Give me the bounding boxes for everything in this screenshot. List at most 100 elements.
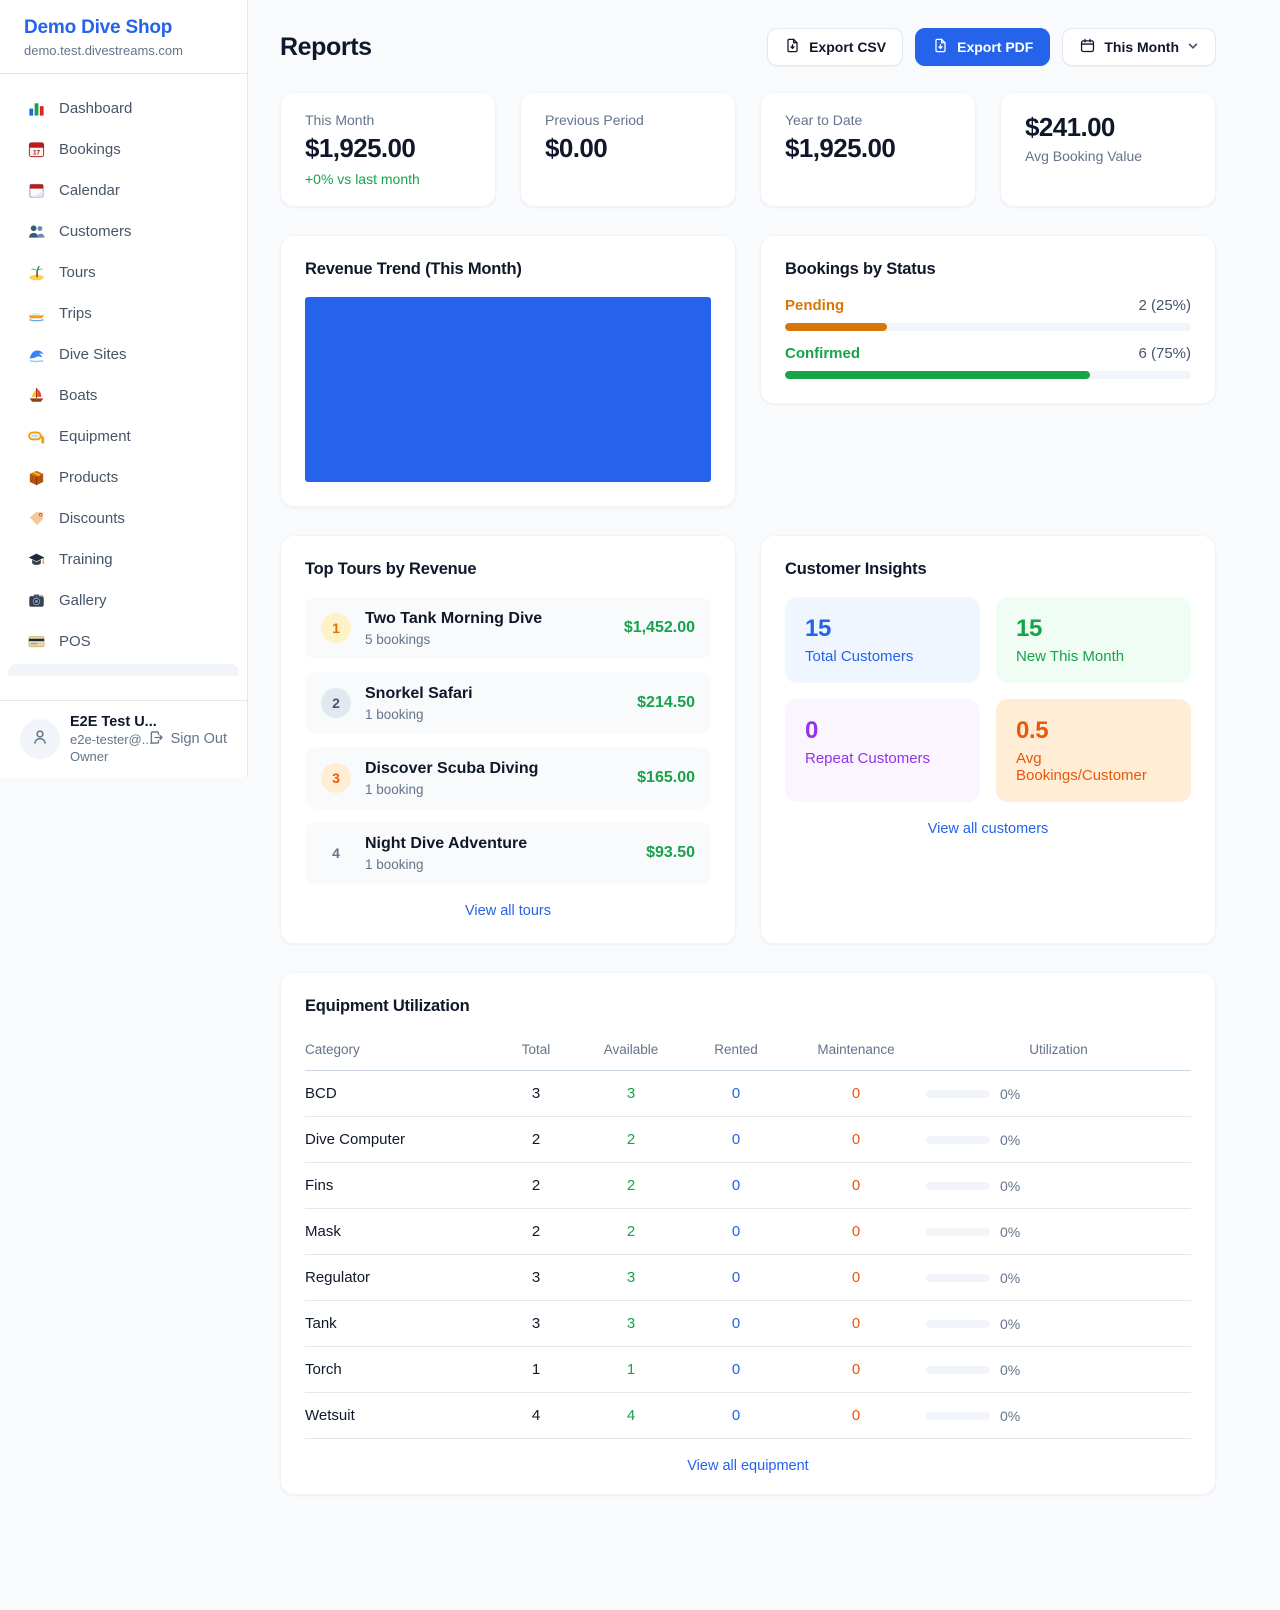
user-footer: E2E Test U... e2e-tester@... Owner Sign … <box>0 700 247 777</box>
sidebar-item[interactable]: 17 Bookings <box>0 129 247 170</box>
sidebar-item[interactable]: Trips <box>0 293 247 334</box>
sidebar-item[interactable]: Equipment <box>0 416 247 457</box>
utilization-percent: 0% <box>1000 1178 1020 1194</box>
equipment-maintenance: 0 <box>786 1255 926 1301</box>
insight-tiles: 15 Total Customers 15 New This Month 0 R… <box>785 597 1191 802</box>
status-row: Confirmed 6 (75%) <box>785 345 1191 379</box>
tour-row: 4 Night Dive Adventure 1 booking $93.50 <box>305 822 711 884</box>
equipment-rented: 0 <box>686 1393 786 1439</box>
equipment-row: Torch 1 1 0 0 0% <box>305 1347 1191 1393</box>
equipment-maintenance: 0 <box>786 1393 926 1439</box>
trips-icon <box>26 304 46 324</box>
sidebar-item[interactable]: Calendar <box>0 170 247 211</box>
equipment-maintenance: 0 <box>786 1209 926 1255</box>
utilization-bar-track <box>926 1366 990 1374</box>
equipment-row: Fins 2 2 0 0 0% <box>305 1163 1191 1209</box>
sidebar-item[interactable]: Dive Sites <box>0 334 247 375</box>
equipment-maintenance: 0 <box>786 1301 926 1347</box>
insight-label: Repeat Customers <box>805 750 960 767</box>
sidebar-item[interactable]: Discounts <box>0 498 247 539</box>
equipment-maintenance: 0 <box>786 1163 926 1209</box>
insight-tile: 15 Total Customers <box>785 597 980 683</box>
user-name: E2E Test U... <box>70 714 138 730</box>
sidebar-item-label: Dashboard <box>59 98 132 119</box>
sidebar-item[interactable]: Tours <box>0 252 247 293</box>
utilization-bar-track <box>926 1090 990 1098</box>
sidebar-item-label: Tours <box>59 262 96 283</box>
gallery-icon <box>26 591 46 611</box>
status-row: Pending 2 (25%) <box>785 297 1191 331</box>
utilization-percent: 0% <box>1000 1270 1020 1286</box>
dive-sites-icon <box>26 345 46 365</box>
sign-out-label: Sign Out <box>171 731 227 747</box>
file-download-icon <box>784 37 801 57</box>
insight-label: Total Customers <box>805 648 960 665</box>
utilization-bar-track <box>926 1412 990 1420</box>
insight-label: Avg Bookings/Customer <box>1016 750 1171 784</box>
stat-value: $0.00 <box>545 133 711 164</box>
export-csv-button[interactable]: Export CSV <box>767 28 903 66</box>
utilization-bar-track <box>926 1320 990 1328</box>
sidebar-item[interactable]: POS <box>0 621 247 662</box>
equipment-category: Fins <box>305 1163 496 1209</box>
column-header: Available <box>576 1034 686 1071</box>
equipment-rented: 0 <box>686 1347 786 1393</box>
status-count: 6 (75%) <box>1138 345 1191 362</box>
stat-card: This Month $1,925.00 +0% vs last month <box>280 92 496 207</box>
tour-revenue: $93.50 <box>646 844 695 862</box>
view-all-equipment-link[interactable]: View all equipment <box>305 1458 1191 1474</box>
stat-label: Previous Period <box>545 112 711 128</box>
tour-row: 3 Discover Scuba Diving 1 booking $165.0… <box>305 747 711 809</box>
view-all-customers-link[interactable]: View all customers <box>785 821 1191 837</box>
status-label: Confirmed <box>785 345 860 362</box>
equipment-row: BCD 3 3 0 0 0% <box>305 1071 1191 1117</box>
utilization-percent: 0% <box>1000 1132 1020 1148</box>
equipment-table-header: Category Total Available Rented Maintena… <box>305 1034 1191 1071</box>
status-label: Pending <box>785 297 844 314</box>
view-all-tours-link[interactable]: View all tours <box>305 903 711 919</box>
stat-label: Year to Date <box>785 112 951 128</box>
pos-icon <box>26 632 46 652</box>
sidebar-item[interactable]: Customers <box>0 211 247 252</box>
tour-bookings: 1 booking <box>365 857 527 872</box>
sidebar-item[interactable]: Boats <box>0 375 247 416</box>
tour-name: Snorkel Safari <box>365 684 473 704</box>
sidebar-item[interactable]: Training <box>0 539 247 580</box>
equipment-utilization-title: Equipment Utilization <box>305 997 1191 1016</box>
utilization-bar-track <box>926 1228 990 1236</box>
equipment-total: 2 <box>496 1163 576 1209</box>
sidebar-item-label: Calendar <box>59 180 120 201</box>
status-count: 2 (25%) <box>1138 297 1191 314</box>
sidebar-item[interactable]: Gallery <box>0 580 247 621</box>
equipment-category: Regulator <box>305 1255 496 1301</box>
sidebar-item-label: Bookings <box>59 139 121 160</box>
insight-value: 15 <box>1016 615 1171 643</box>
bookings-icon: 17 <box>26 140 46 160</box>
avatar <box>20 719 60 759</box>
sidebar-item[interactable]: Products <box>0 457 247 498</box>
export-pdf-button[interactable]: Export PDF <box>915 28 1050 66</box>
equipment-category: BCD <box>305 1071 496 1117</box>
period-dropdown[interactable]: This Month <box>1062 28 1216 66</box>
sign-out-button[interactable]: Sign Out <box>148 729 227 750</box>
insight-value: 0.5 <box>1016 717 1171 745</box>
column-header: Total <box>496 1034 576 1071</box>
customers-icon <box>26 222 46 242</box>
equipment-total: 3 <box>496 1255 576 1301</box>
column-header: Rented <box>686 1034 786 1071</box>
user-meta: E2E Test U... e2e-tester@... Owner <box>70 714 138 764</box>
header-actions: Export CSV Export PDF This Month <box>767 28 1216 66</box>
period-label: This Month <box>1104 39 1179 55</box>
equipment-maintenance: 0 <box>786 1117 926 1163</box>
equipment-available: 2 <box>576 1117 686 1163</box>
sidebar-item-label: Boats <box>59 385 97 406</box>
nav-partial-highlight <box>8 664 239 676</box>
calendar-icon <box>26 181 46 201</box>
column-header: Maintenance <box>786 1034 926 1071</box>
customer-insights-title: Customer Insights <box>785 560 1191 579</box>
stat-card: Avg Booking Value $241.00 <box>1000 92 1216 207</box>
insight-value: 15 <box>805 615 960 643</box>
insights-row: Top Tours by Revenue 1 Two Tank Morning … <box>280 535 1216 944</box>
sidebar-item[interactable]: Dashboard <box>0 88 247 129</box>
column-header: Utilization <box>926 1034 1191 1071</box>
